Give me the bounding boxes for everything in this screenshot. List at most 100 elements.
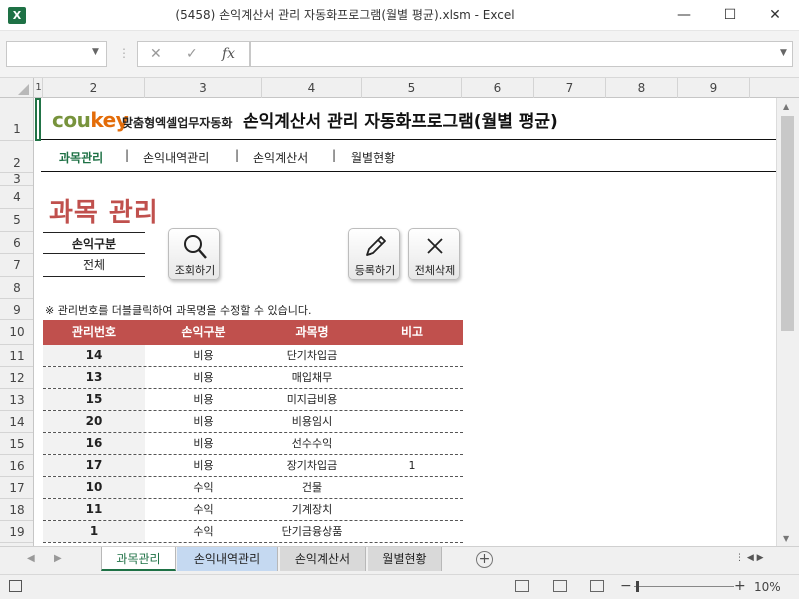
formula-input[interactable] bbox=[250, 41, 793, 67]
cell-id[interactable]: 15 bbox=[43, 389, 145, 410]
table-row[interactable]: 20 비용 비용임시 bbox=[43, 411, 463, 433]
zoom-in-button[interactable]: + bbox=[734, 578, 746, 594]
table-row[interactable]: 16 비용 선수수익 bbox=[43, 433, 463, 455]
cell-id[interactable]: 13 bbox=[43, 367, 145, 388]
minimize-button[interactable]: — bbox=[661, 0, 707, 31]
cell-name: 기계장치 bbox=[291, 503, 333, 516]
cell-note: 1 bbox=[408, 459, 416, 472]
delete-all-button[interactable]: 전체삭제 bbox=[408, 228, 460, 280]
cell-name: 단기차입금 bbox=[286, 349, 338, 362]
cell-id[interactable]: 14 bbox=[43, 345, 145, 366]
cell-id[interactable]: 1 bbox=[43, 521, 145, 542]
row-header[interactable]: 11 bbox=[0, 345, 33, 367]
horizontal-scroll-controls[interactable]: ⋮ ◀ ▶ bbox=[735, 553, 764, 563]
zoom-slider[interactable] bbox=[634, 586, 734, 587]
table-row[interactable]: 15 비용 미지급비용 bbox=[43, 389, 463, 411]
table-row[interactable]: 1 수익 단기금융상품 bbox=[43, 521, 463, 543]
row-header[interactable]: 8 bbox=[0, 277, 33, 299]
row-header[interactable]: 1 bbox=[0, 98, 33, 141]
cell-type: 비용 bbox=[193, 415, 214, 428]
cell-id[interactable]: 20 bbox=[43, 411, 145, 432]
insert-function-icon[interactable]: fx bbox=[222, 46, 235, 62]
row-header[interactable]: 4 bbox=[0, 186, 33, 209]
column-header[interactable]: 3 bbox=[145, 78, 262, 98]
row-header[interactable]: 12 bbox=[0, 367, 33, 389]
pencil-icon bbox=[366, 236, 386, 256]
column-header[interactable]: 6 bbox=[462, 78, 534, 98]
table-row[interactable]: 13 비용 매입채무 bbox=[43, 367, 463, 389]
register-button[interactable]: 등록하기 bbox=[348, 228, 400, 280]
maximize-button[interactable]: ☐ bbox=[707, 0, 753, 31]
row-header[interactable]: 15 bbox=[0, 433, 33, 455]
row-header[interactable]: 3 bbox=[0, 173, 33, 186]
table-row[interactable]: 14 비용 단기차입금 bbox=[43, 345, 463, 367]
row-header[interactable]: 16 bbox=[0, 455, 33, 477]
normal-view-icon[interactable] bbox=[515, 580, 529, 592]
row-header[interactable]: 17 bbox=[0, 477, 33, 499]
page-break-preview-icon[interactable] bbox=[590, 580, 604, 592]
row-header[interactable]: 5 bbox=[0, 209, 33, 232]
sheet-tab-statement[interactable]: 손익계산서 bbox=[280, 547, 366, 571]
filter-dropdown[interactable]: 전체 bbox=[43, 254, 145, 277]
expand-formula-icon[interactable]: ▼ bbox=[780, 48, 787, 58]
row-header[interactable]: 2 bbox=[0, 141, 33, 173]
row-header[interactable]: 14 bbox=[0, 411, 33, 433]
table-row[interactable]: 11 수익 기계장치 bbox=[43, 499, 463, 521]
cell-id[interactable]: 16 bbox=[43, 433, 145, 454]
row-header[interactable]: 7 bbox=[0, 254, 33, 277]
scroll-down-icon[interactable]: ▼ bbox=[783, 534, 789, 543]
table-row[interactable]: 10 수익 건물 bbox=[43, 477, 463, 499]
zoom-out-button[interactable]: − bbox=[620, 578, 632, 594]
table-row[interactable]: 17 비용 장기차입금 1 bbox=[43, 455, 463, 477]
nav-item-monthly[interactable]: 월별현황 bbox=[351, 149, 395, 166]
sheet-tab-history[interactable]: 손익내역관리 bbox=[177, 547, 278, 571]
worksheet-grid[interactable]: coukey coukey 맞춤형엑셀업무자동화 손익계산서 관리 자동화프로그… bbox=[35, 98, 776, 546]
sheet-tab-subject[interactable]: 과목관리 bbox=[101, 547, 176, 571]
close-button[interactable]: ✕ bbox=[752, 0, 798, 31]
nav-item-history[interactable]: 손익내역관리 bbox=[143, 149, 209, 166]
cell-id[interactable]: 17 bbox=[43, 455, 145, 476]
row-header[interactable]: 18 bbox=[0, 499, 33, 521]
column-header[interactable]: 5 bbox=[362, 78, 462, 98]
column-headers: 1 2 3 4 5 6 7 8 9 bbox=[0, 78, 799, 98]
page-layout-icon[interactable] bbox=[553, 580, 567, 592]
row-header[interactable]: 19 bbox=[0, 521, 33, 543]
cell-id[interactable]: 11 bbox=[43, 499, 145, 520]
name-box-dropdown-icon[interactable]: ▼ bbox=[92, 47, 99, 57]
scroll-up-icon[interactable]: ▲ bbox=[783, 102, 789, 111]
delete-all-button-label: 전체삭제 bbox=[414, 264, 456, 277]
column-header[interactable]: 1 bbox=[35, 78, 43, 98]
enter-icon[interactable]: ✓ bbox=[186, 46, 198, 62]
row-header[interactable]: 13 bbox=[0, 389, 33, 411]
cancel-icon[interactable]: ✕ bbox=[150, 46, 162, 62]
search-button[interactable]: 조회하기 bbox=[168, 228, 220, 280]
column-header[interactable]: 4 bbox=[262, 78, 362, 98]
scrollbar-thumb[interactable] bbox=[781, 116, 794, 331]
tab-scroll-left-icon[interactable]: ◀ bbox=[27, 553, 35, 564]
zoom-slider-thumb[interactable] bbox=[636, 581, 639, 592]
formula-bar-grip-icon: ⋮ bbox=[118, 46, 130, 60]
logo-subtitle: 맞춤형엑셀업무자동화 bbox=[122, 116, 233, 130]
add-sheet-icon[interactable]: + bbox=[476, 551, 493, 568]
select-all-button[interactable] bbox=[0, 78, 34, 98]
cell-note bbox=[362, 345, 462, 366]
cell-note bbox=[362, 521, 462, 542]
sheet-tab-monthly[interactable]: 월별현황 bbox=[368, 547, 442, 571]
column-header[interactable]: 8 bbox=[606, 78, 678, 98]
row-header[interactable]: 6 bbox=[0, 232, 33, 254]
row-header[interactable]: 9 bbox=[0, 299, 33, 320]
nav-item-statement[interactable]: 손익계산서 bbox=[253, 149, 308, 166]
row-header[interactable]: 10 bbox=[0, 320, 33, 345]
vertical-scrollbar[interactable]: ▲ ▼ bbox=[776, 98, 799, 546]
cell-name: 단기금융상품 bbox=[281, 525, 343, 538]
column-header[interactable]: 9 bbox=[678, 78, 750, 98]
column-header[interactable]: 2 bbox=[43, 78, 145, 98]
cell-id[interactable]: 10 bbox=[43, 477, 145, 498]
cell-type: 비용 bbox=[193, 459, 214, 472]
macro-record-icon[interactable] bbox=[9, 580, 22, 592]
selected-cell[interactable] bbox=[35, 98, 41, 141]
nav-item-subject[interactable]: 과목관리 bbox=[59, 149, 103, 166]
column-header[interactable]: 7 bbox=[534, 78, 606, 98]
tab-scroll-right-icon[interactable]: ▶ bbox=[54, 553, 62, 564]
zoom-level[interactable]: 10% bbox=[754, 580, 781, 594]
